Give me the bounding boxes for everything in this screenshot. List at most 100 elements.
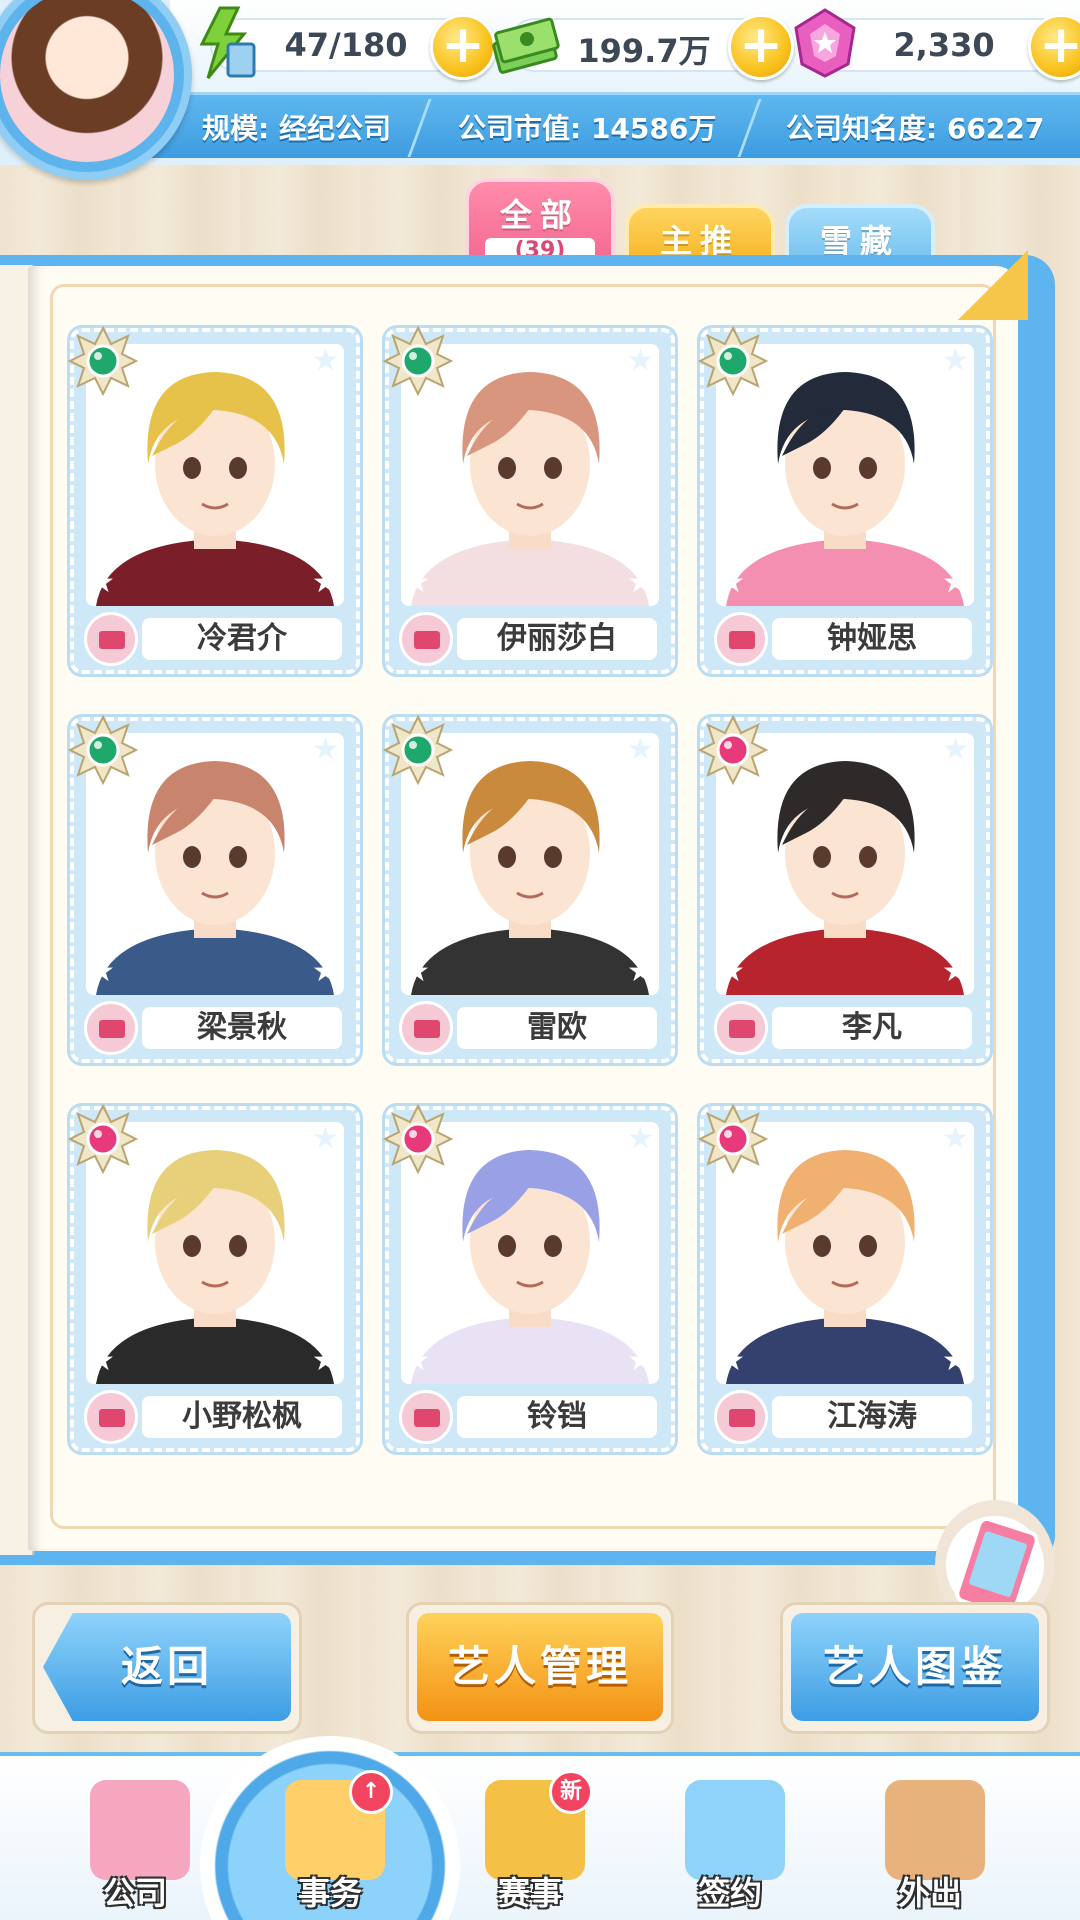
artist-card[interactable]: ★ ★ ★ 梁景秋 (68, 715, 360, 1063)
artist-name: 梁景秋 (142, 1007, 342, 1049)
artist-name-bar: 冷君介 (84, 612, 344, 666)
nav-label: 赛事 (497, 1874, 562, 1912)
artist-name: 江海涛 (772, 1396, 972, 1438)
nav-item[interactable]: 新 赛事 (445, 1756, 615, 1920)
energy-value: 47/180 (284, 26, 408, 64)
artist-name: 雷欧 (457, 1007, 657, 1049)
artist-card[interactable]: ★ ★ ★ 铃铛 (383, 1104, 675, 1452)
artist-manage-button[interactable]: 艺人管理 (417, 1613, 663, 1721)
add-energy-button[interactable]: + (430, 14, 496, 80)
artist-card[interactable]: ★ ★ ★ 李凡 (698, 715, 990, 1063)
rank-gem-badge-icon (698, 326, 768, 396)
nav-item[interactable]: ↑ 事务 (245, 1756, 415, 1920)
star-decoration-icon: ★ (403, 954, 430, 989)
door-exit-icon (885, 1780, 985, 1880)
artist-card[interactable]: ★ ★ ★ 雷欧 (383, 715, 675, 1063)
artist-name-bar: 梁景秋 (84, 1001, 344, 1055)
add-gem-button[interactable]: + (1028, 14, 1080, 80)
star-decoration-icon: ★ (942, 1343, 969, 1378)
company-fame: 公司知名度: 66227 (786, 112, 1045, 145)
star-decoration-icon: ★ (627, 732, 654, 767)
artist-card[interactable]: ★ ★ ★ 钟娅思 (698, 326, 990, 674)
clapperboard-icon (84, 612, 138, 666)
company-info-row: 规模: 经纪公司 公司市值: 14586万 公司知名度: 66227 (150, 92, 1080, 158)
nav-badge: ↑ (349, 1770, 393, 1814)
clapperboard-icon (399, 612, 453, 666)
star-decoration-icon: ★ (627, 954, 654, 989)
bottom-nav: 公司 ↑ 事务 新 赛事 签约 外出 (0, 1736, 1080, 1920)
artist-name-bar: 江海涛 (714, 1390, 974, 1444)
artist-card[interactable]: ★ ★ ★ 冷君介 (68, 326, 360, 674)
clapperboard-icon (399, 1390, 453, 1444)
clapperboard-icon (714, 1001, 768, 1055)
contract-icon (685, 1780, 785, 1880)
star-decoration-icon: ★ (312, 732, 339, 767)
nav-item[interactable]: 公司 (50, 1756, 220, 1920)
artist-card[interactable]: ★ ★ ★ 伊丽莎白 (383, 326, 675, 674)
nav-label: 外出 (897, 1874, 962, 1912)
artist-name: 铃铛 (457, 1396, 657, 1438)
artist-name: 李凡 (772, 1007, 972, 1049)
star-decoration-icon: ★ (627, 1121, 654, 1156)
back-button[interactable]: 返回 (43, 1613, 291, 1721)
artist-guide-button[interactable]: 艺人图鉴 (791, 1613, 1039, 1721)
star-decoration-icon: ★ (312, 343, 339, 378)
artist-name-bar: 李凡 (714, 1001, 974, 1055)
top-status-bar: 47/180 + 199.7万 + 2,330 + 规模: 经纪公司 公司市值:… (0, 0, 1080, 180)
star-decoration-icon: ★ (627, 1343, 654, 1378)
artist-card[interactable]: ★ ★ ★ 江海涛 (698, 1104, 990, 1452)
nav-item[interactable]: 外出 (845, 1756, 1015, 1920)
avatar-portrait (0, 0, 174, 162)
artist-name: 小野松枫 (142, 1396, 342, 1438)
artist-name-bar: 伊丽莎白 (399, 612, 659, 666)
company-building-icon (90, 1780, 190, 1880)
star-decoration-icon: ★ (312, 565, 339, 600)
money-value: 199.7万 (577, 32, 711, 70)
artist-name: 冷君介 (142, 618, 342, 660)
company-market-value: 公司市值: 14586万 (458, 112, 717, 145)
rank-gem-badge-icon (68, 715, 138, 785)
guide-button-frame: 艺人图鉴 (780, 1602, 1050, 1734)
rank-gem-badge-icon (383, 715, 453, 785)
money-resource: 199.7万 + (492, 14, 794, 80)
back-button-frame: 返回 (32, 1602, 302, 1734)
star-decoration-icon: ★ (88, 954, 115, 989)
artist-name-bar: 铃铛 (399, 1390, 659, 1444)
star-decoration-icon: ★ (942, 954, 969, 989)
artist-name: 钟娅思 (772, 618, 972, 660)
album-corner-ornament (958, 250, 1028, 320)
clapperboard-icon (399, 1001, 453, 1055)
clapperboard-icon (714, 1390, 768, 1444)
star-decoration-icon: ★ (942, 1121, 969, 1156)
nav-badge: 新 (549, 1770, 593, 1814)
star-decoration-icon: ★ (942, 343, 969, 378)
artist-name-bar: 雷欧 (399, 1001, 659, 1055)
rank-gem-badge-icon (383, 1104, 453, 1174)
rank-gem-badge-icon (698, 715, 768, 785)
star-decoration-icon: ★ (312, 1343, 339, 1378)
cash-stack-icon (492, 17, 560, 74)
clapperboard-icon (714, 612, 768, 666)
star-decoration-icon: ★ (312, 1121, 339, 1156)
star-decoration-icon: ★ (942, 732, 969, 767)
manage-button-frame: 艺人管理 (406, 1602, 674, 1734)
clapperboard-icon (84, 1390, 138, 1444)
nav-item[interactable]: 签约 (645, 1756, 815, 1920)
artist-card[interactable]: ★ ★ ★ 小野松枫 (68, 1104, 360, 1452)
artist-name: 伊丽莎白 (457, 618, 657, 660)
star-decoration-icon: ★ (88, 1343, 115, 1378)
hourglass-energy-icon (199, 6, 256, 79)
rank-gem-badge-icon (698, 1104, 768, 1174)
info-divider (737, 99, 783, 157)
add-money-button[interactable]: + (728, 14, 794, 80)
star-decoration-icon: ★ (942, 565, 969, 600)
star-decoration-icon: ★ (718, 954, 745, 989)
pink-gem-icon (794, 8, 856, 78)
energy-resource: 47/180 + (199, 6, 496, 80)
resource-row: 47/180 + 199.7万 + 2,330 + (170, 0, 1080, 92)
clapperboard-icon (84, 1001, 138, 1055)
star-decoration-icon: ★ (403, 1343, 430, 1378)
star-decoration-icon: ★ (627, 565, 654, 600)
star-decoration-icon: ★ (627, 343, 654, 378)
info-divider (407, 99, 453, 157)
